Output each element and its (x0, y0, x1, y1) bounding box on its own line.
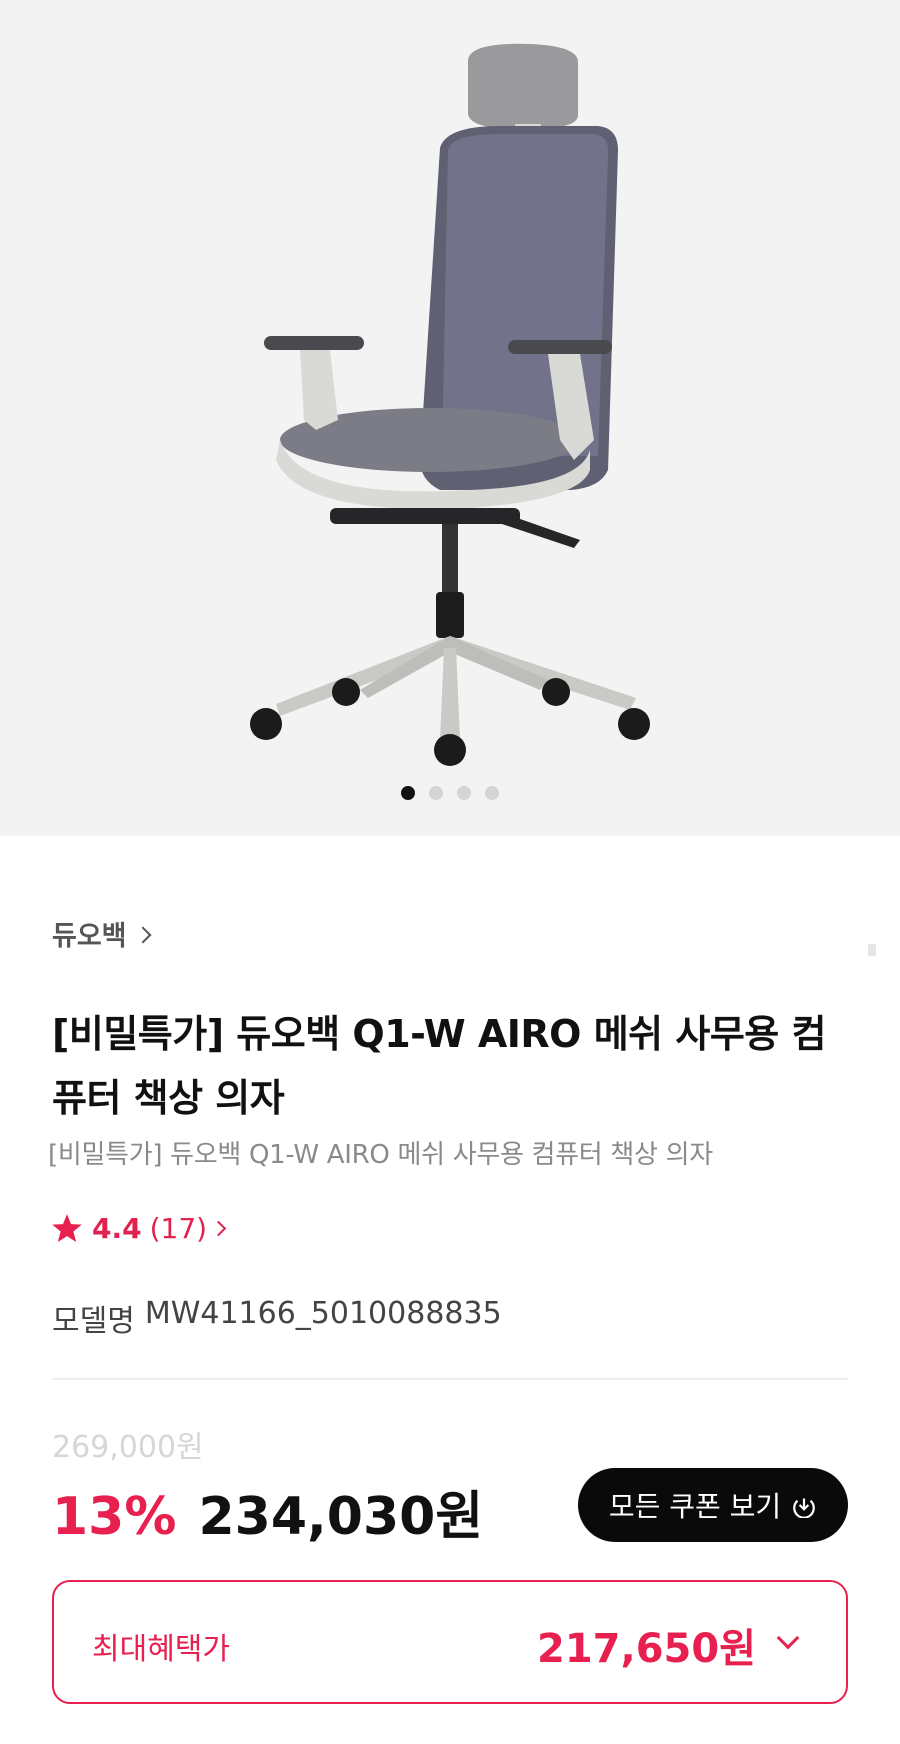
coupon-button-label: 모든 쿠폰 보기 (608, 1490, 782, 1523)
chevron-right-icon (210, 1220, 227, 1237)
carousel-dot[interactable] (457, 786, 471, 800)
discount-rate: 13% (52, 1487, 177, 1547)
max-benefit-price-toggle[interactable]: 최대혜택가 217,650원 (52, 1580, 848, 1704)
brand-link[interactable]: 듀오백 (52, 914, 152, 953)
product-subtitle: [비밀특가] 듀오백 Q1-W AIRO 메쉬 사무용 컴퓨터 책상 의자 (48, 1140, 713, 1170)
carousel-dot[interactable] (429, 786, 443, 800)
download-icon (793, 1498, 815, 1518)
divider (52, 1378, 848, 1380)
view-coupons-button[interactable]: 모든 쿠폰 보기 (578, 1468, 848, 1542)
chair-image (250, 43, 650, 766)
model-label: 모델명 (52, 1304, 135, 1339)
model-number: MW41166_5010088835 (144, 1296, 502, 1331)
price-row: 13% 234,030원 (52, 1474, 483, 1549)
benefit-label: 최대혜택가 (92, 1632, 230, 1667)
sale-price: 234,030원 (198, 1487, 484, 1547)
carousel-dot[interactable] (401, 786, 415, 800)
chevron-down-icon (776, 1626, 800, 1650)
product-image-carousel[interactable] (0, 0, 900, 836)
chevron-right-icon (134, 926, 152, 943)
brand-name: 듀오백 (52, 921, 127, 952)
benefit-price: 217,650원 (537, 1626, 756, 1672)
product-title: [비밀특가] 듀오백 Q1-W AIRO 메쉬 사무용 컴퓨터 책상 의자 (52, 1012, 826, 1120)
review-count: (17) (149, 1212, 208, 1245)
carousel-indicators (0, 786, 900, 800)
rating-link[interactable]: 4.4 (17) (50, 1212, 227, 1245)
rating-score: 4.4 (92, 1212, 142, 1245)
star-icon (52, 1213, 82, 1242)
scroll-indicator (868, 944, 876, 956)
carousel-dot[interactable] (485, 786, 499, 800)
model-info: 모델명 MW41166_5010088835 (52, 1296, 502, 1340)
original-price: 269,000원 (52, 1430, 204, 1465)
